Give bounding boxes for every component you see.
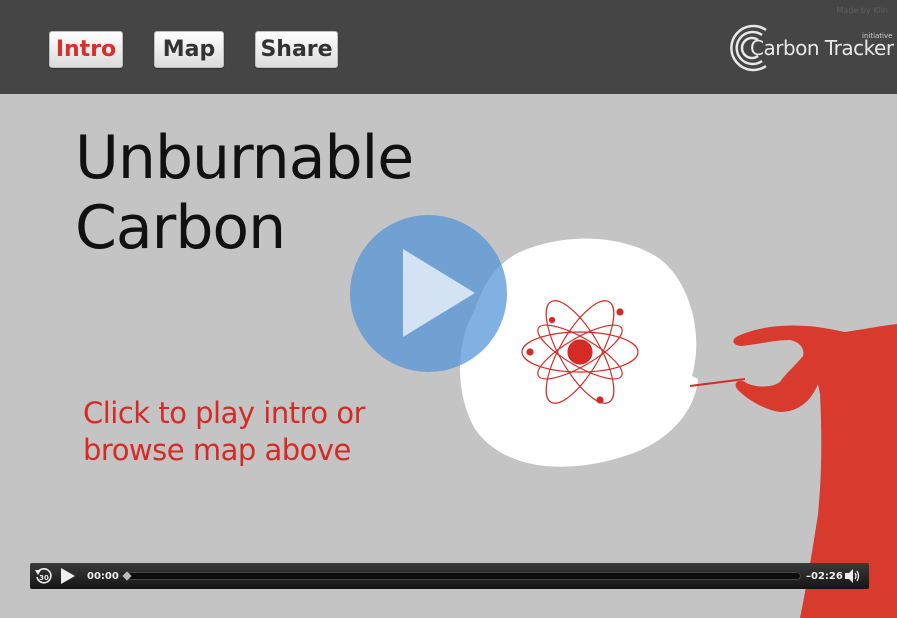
volume-button[interactable]: [845, 563, 863, 589]
nav-share-button[interactable]: Share: [255, 31, 338, 68]
seek-bar[interactable]: [127, 572, 801, 580]
nav-map-button[interactable]: Map: [154, 31, 224, 68]
logo-superscript: initiative: [862, 32, 893, 40]
play-icon: [61, 568, 75, 584]
volume-icon: [845, 569, 860, 583]
remaining-time: –02:26: [806, 570, 843, 582]
cta-line-2: browse map above: [83, 433, 351, 467]
rewind-30-icon: 30: [35, 568, 52, 584]
rewind-30-button[interactable]: 30: [34, 563, 54, 589]
video-controls: 30 00:00 –02:26: [30, 563, 869, 589]
carbon-tracker-logo[interactable]: Carbon Tracker initiative: [726, 22, 894, 74]
top-bar: Made by Kiln Intro Map Share Carbon Trac…: [0, 0, 897, 94]
play-button[interactable]: [60, 563, 78, 589]
nav-intro-button[interactable]: Intro: [49, 31, 123, 68]
credit-text[interactable]: Made by Kiln: [837, 6, 888, 15]
cta-line-1: Click to play intro or: [83, 396, 366, 430]
play-icon: [403, 249, 475, 337]
title-line-1: Unburnable: [75, 123, 414, 193]
call-to-action: Click to play intro or browse map above: [83, 395, 366, 469]
page-title: Unburnable Carbon: [75, 123, 414, 263]
rewind-label: 30: [39, 574, 49, 582]
big-play-button[interactable]: [350, 215, 507, 372]
current-time: 00:00: [87, 570, 119, 582]
